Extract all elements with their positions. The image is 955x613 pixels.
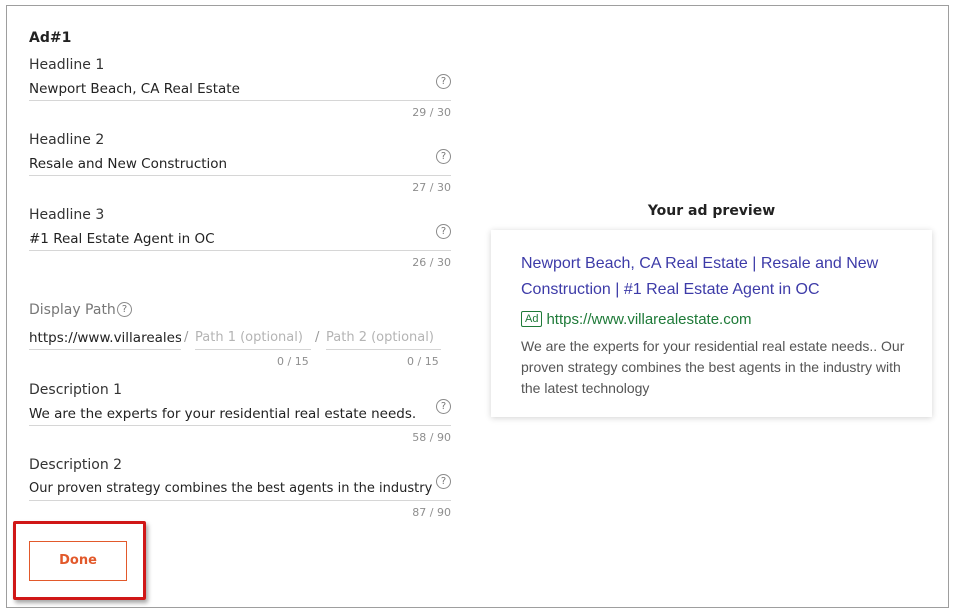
question-circle-icon[interactable]: ? xyxy=(436,474,451,489)
path-1-counter: 0 / 15 xyxy=(277,355,309,368)
question-circle-icon[interactable]: ? xyxy=(117,302,132,317)
question-circle-icon[interactable]: ? xyxy=(436,399,451,414)
headline-3-field: Headline 3 #1 Real Estate Agent in OC ? … xyxy=(29,207,451,269)
ad-title: Ad#1 xyxy=(29,30,72,46)
headline-3-input[interactable]: #1 Real Estate Agent in OC ? xyxy=(29,224,451,251)
question-circle-icon[interactable]: ? xyxy=(436,224,451,239)
ad-preview-title: Your ad preview xyxy=(647,203,776,219)
description-2-counter: 87 / 90 xyxy=(412,506,451,519)
display-path-base-url: https://www.villareales xyxy=(29,330,181,350)
path-2-counter: 0 / 15 xyxy=(407,355,439,368)
path-1-input[interactable]: Path 1 (optional) xyxy=(195,330,311,350)
description-2-value: Our proven strategy combines the best ag… xyxy=(29,481,433,496)
description-2-label: Description 2 xyxy=(29,457,123,473)
description-1-value: We are the experts for your residential … xyxy=(29,406,417,422)
headline-3-label: Headline 3 xyxy=(29,207,105,223)
headline-2-value: Resale and New Construction xyxy=(29,156,228,172)
path-separator: / xyxy=(315,330,320,345)
path-2-input[interactable]: Path 2 (optional) xyxy=(326,330,441,350)
headline-1-value: Newport Beach, CA Real Estate xyxy=(29,81,240,97)
headline-1-counter: 29 / 30 xyxy=(412,106,451,119)
headline-3-value: #1 Real Estate Agent in OC xyxy=(29,231,215,247)
headline-1-input[interactable]: Newport Beach, CA Real Estate ? xyxy=(29,74,451,101)
path-separator: / xyxy=(184,330,189,345)
description-2-input[interactable]: Our proven strategy combines the best ag… xyxy=(29,474,451,501)
question-circle-icon[interactable]: ? xyxy=(436,74,451,89)
description-1-counter: 58 / 90 xyxy=(412,431,451,444)
description-1-label: Description 1 xyxy=(29,382,123,398)
done-button[interactable]: Done xyxy=(29,541,127,581)
preview-display-url: https://www.villarealestate.com xyxy=(546,311,752,328)
preview-url-row: Ad https://www.villarealestate.com xyxy=(521,309,752,328)
description-1-input[interactable]: We are the experts for your residential … xyxy=(29,399,451,426)
description-2-field: Description 2 Our proven strategy combin… xyxy=(29,457,451,519)
headline-1-field: Headline 1 Newport Beach, CA Real Estate… xyxy=(29,57,451,119)
headline-3-counter: 26 / 30 xyxy=(412,256,451,269)
preview-headline[interactable]: Newport Beach, CA Real Estate | Resale a… xyxy=(521,251,916,303)
ad-badge: Ad xyxy=(521,311,543,327)
preview-description: We are the experts for your residential … xyxy=(521,338,905,396)
display-path-label: Display Path xyxy=(29,302,116,318)
question-circle-icon[interactable]: ? xyxy=(436,149,451,164)
headline-1-label: Headline 1 xyxy=(29,57,105,73)
headline-2-label: Headline 2 xyxy=(29,132,105,148)
ad-preview-card: Newport Beach, CA Real Estate | Resale a… xyxy=(491,230,932,417)
description-1-field: Description 1 We are the experts for you… xyxy=(29,382,451,444)
headline-2-field: Headline 2 Resale and New Construction ?… xyxy=(29,132,451,194)
headline-2-counter: 27 / 30 xyxy=(412,181,451,194)
headline-2-input[interactable]: Resale and New Construction ? xyxy=(29,149,451,176)
